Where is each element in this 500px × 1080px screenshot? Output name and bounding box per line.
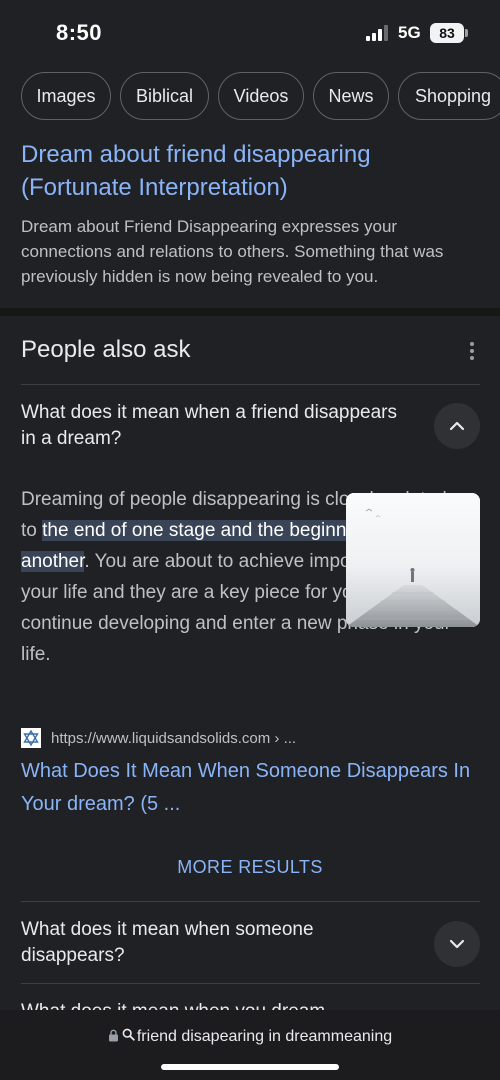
search-results-page: 8:50 5G 83 Images Biblical Videos News S… <box>0 0 500 1080</box>
section-divider <box>0 308 500 316</box>
status-time: 8:50 <box>56 20 103 45</box>
more-results-button[interactable]: MORE RESULTS <box>0 857 500 878</box>
divider <box>21 901 480 902</box>
divider <box>21 983 480 984</box>
status-bar: 8:50 5G 83 <box>0 0 500 64</box>
collapse-button[interactable] <box>434 403 480 449</box>
chip-news[interactable]: News <box>313 72 389 120</box>
network-label: 5G <box>398 23 421 42</box>
search-icon <box>122 1028 135 1046</box>
site-favicon-icon <box>21 728 41 748</box>
home-indicator[interactable] <box>161 1064 339 1070</box>
divider <box>21 384 480 385</box>
paa-question-2[interactable]: What does it mean when someone disappear… <box>21 917 401 969</box>
chip-videos[interactable]: Videos <box>218 72 304 120</box>
url-row[interactable]: friend disapearing in dreammeaning <box>0 1028 500 1046</box>
chevron-down-icon <box>449 939 465 949</box>
chip-shopping[interactable]: Shopping <box>398 72 500 120</box>
chevron-up-icon <box>449 421 465 431</box>
more-vert-icon[interactable] <box>462 340 482 362</box>
lock-icon <box>108 1029 119 1045</box>
result-title-link[interactable]: Dream about friend disappearing (Fortuna… <box>21 138 481 204</box>
expand-button[interactable] <box>434 921 480 967</box>
answer-thumbnail-image[interactable] <box>346 493 480 627</box>
filter-chip-row: Images Biblical Videos News Shopping <box>0 72 500 122</box>
chip-biblical[interactable]: Biblical <box>120 72 209 120</box>
paa-question-1[interactable]: What does it mean when a friend disappea… <box>21 400 401 452</box>
browser-url-bar[interactable]: friend disapearing in dreammeaning <box>0 1010 500 1080</box>
chip-images[interactable]: Images <box>21 72 111 120</box>
paa-heading: People also ask <box>21 336 191 363</box>
battery-icon: 83 <box>430 23 464 43</box>
source-title-link[interactable]: What Does It Mean When Someone Disappear… <box>21 755 487 821</box>
source-url: https://www.liquidsandsolids.com › ... <box>51 729 297 747</box>
battery-nub <box>465 29 468 37</box>
search-result: Dream about friend disappearing (Fortuna… <box>0 132 500 308</box>
source-row[interactable]: https://www.liquidsandsolids.com › ... <box>21 727 296 749</box>
url-query-text: friend disapearing in dreammeaning <box>136 1028 393 1045</box>
result-snippet: Dream about Friend Disappearing expresse… <box>21 217 444 286</box>
cellular-signal-icon <box>366 25 388 41</box>
